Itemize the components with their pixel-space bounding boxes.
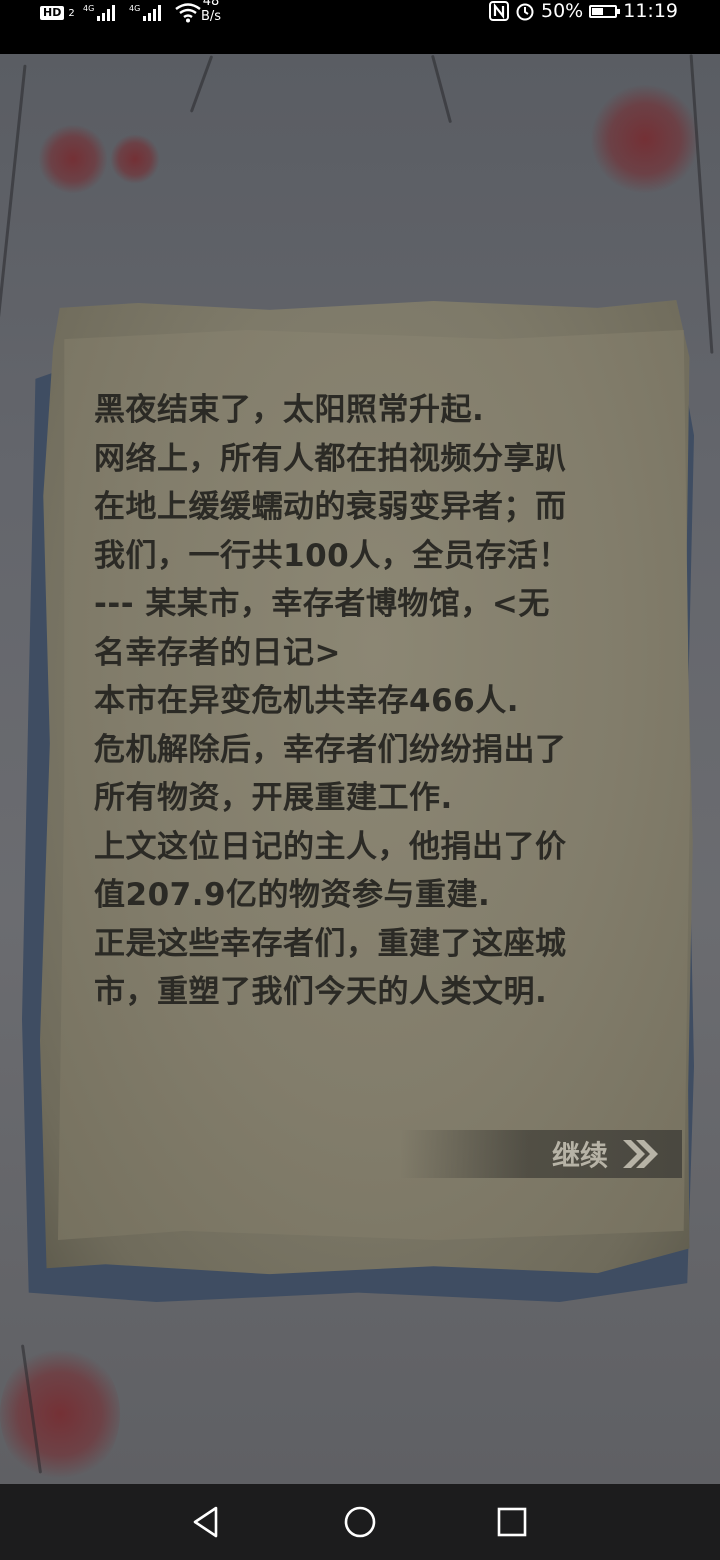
continue-button-label: 继续 — [551, 1139, 608, 1172]
blood-splatter-decoration — [38, 124, 108, 194]
nfc-icon — [489, 1, 509, 21]
clock-time: 11:19 — [623, 0, 678, 22]
triangle-back-icon — [193, 1506, 218, 1538]
signal-type-label: 4G — [83, 4, 94, 13]
game-screen: HD 2 4G 4G 48 B/s 50% 11:19 黑夜结束了，太阳照常升起… — [0, 0, 720, 1560]
story-line: 市，重塑了我们今天的人类文明. — [94, 974, 548, 1010]
scratch-decoration — [689, 54, 714, 354]
signal-icon: 4G — [83, 4, 115, 21]
story-line: 危机解除后，幸存者们纷纷捐出了 — [94, 731, 567, 768]
alarm-icon — [516, 3, 534, 21]
navigation-bar — [0, 1484, 720, 1560]
circle-home-icon — [344, 1506, 376, 1538]
home-button[interactable] — [340, 1502, 380, 1542]
signal-type-label-2: 4G — [129, 4, 140, 13]
battery-percent: 50% — [541, 0, 584, 22]
net-speed-value: 48 — [202, 0, 220, 9]
story-line: 上文这位日记的主人，他捐出了价 — [94, 828, 567, 865]
hd-sub-label: 2 — [68, 7, 75, 19]
story-line: 本市在异变危机共幸存466人. — [94, 683, 519, 719]
blood-splatter-decoration — [110, 134, 160, 184]
story-line: 黑夜结束了，太阳照常升起. — [94, 392, 485, 428]
story-line: 所有物资，开展重建工作. — [94, 780, 453, 816]
signal-icon-2: 4G — [129, 4, 161, 21]
recents-button[interactable] — [492, 1502, 532, 1542]
continue-button[interactable]: 继续 — [400, 1130, 682, 1178]
story-line: --- 某某市，幸存者博物馆，<无 — [94, 586, 550, 622]
battery-icon — [589, 4, 621, 18]
blood-splatter-decoration — [0, 1344, 120, 1484]
story-line: 名幸存者的日记> — [94, 634, 341, 671]
blood-splatter-decoration — [590, 84, 700, 194]
story-line: 在地上缓缓蠕动的衰弱变异者；而 — [94, 489, 567, 525]
net-speed-indicator: 48 B/s — [196, 0, 226, 24]
net-speed-unit: B/s — [200, 9, 222, 24]
scratch-decoration — [189, 55, 214, 113]
back-button[interactable] — [186, 1502, 226, 1542]
story-line: 我们，一行共100人，全员存活！ — [94, 537, 570, 574]
hd-badge: HD — [40, 6, 65, 20]
scratch-decoration — [430, 54, 453, 124]
double-chevron-right-icon — [623, 1140, 658, 1168]
story-line: 正是这些幸存者们，重建了这座城 — [94, 925, 567, 962]
status-left-group: HD 2 4G 4G — [40, 0, 201, 26]
story-line: 网络上，所有人都在拍视频分享趴 — [94, 440, 567, 477]
square-recents-icon — [497, 1507, 527, 1537]
story-line: 值207.9亿的物资参与重建. — [94, 877, 491, 913]
story-text-block: 黑夜结束了，太阳照常升起. 网络上，所有人都在拍视频分享趴 在地上缓缓蠕动的衰弱变异… — [94, 386, 644, 1017]
scratch-decoration — [0, 64, 27, 324]
status-bar: HD 2 4G 4G 48 B/s 50% 11:19 — [0, 0, 720, 54]
status-right-group: 50% 11:19 — [489, 0, 678, 22]
